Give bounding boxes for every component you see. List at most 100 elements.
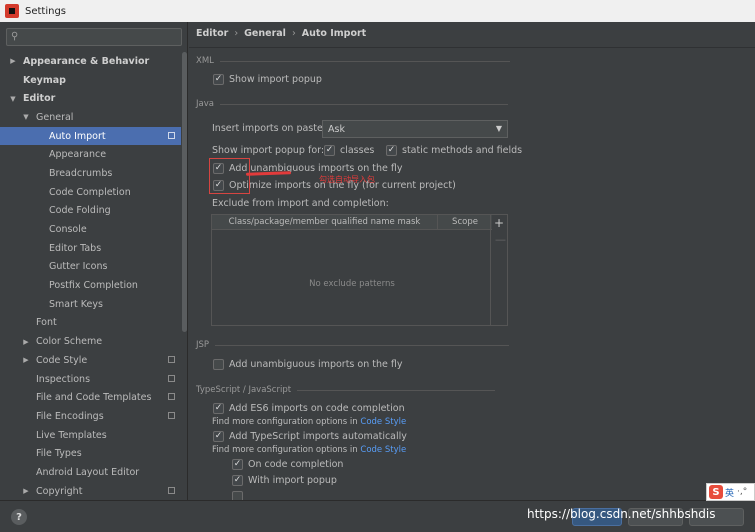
ts-imports-checkbox[interactable]: ✓ xyxy=(213,431,224,442)
with-popup-row[interactable]: ✓ With import popup xyxy=(232,475,337,486)
ts-imports-label: Add TypeScript imports automatically xyxy=(229,431,407,442)
sidebar-item[interactable]: Live Templates xyxy=(0,426,181,445)
section-xml: XML xyxy=(196,56,510,66)
sidebar-item[interactable]: Breadcrumbs xyxy=(0,164,181,183)
insert-imports-row: Insert imports on paste: xyxy=(212,123,326,134)
static-methods-row[interactable]: ✓ static methods and fields xyxy=(386,145,522,156)
sidebar-item[interactable]: Editor Tabs xyxy=(0,239,181,258)
sidebar-item[interactable]: Code Folding xyxy=(0,202,181,221)
sogou-logo-icon: S xyxy=(709,485,723,499)
sidebar-item[interactable]: Postfix Completion xyxy=(0,276,181,295)
sidebar-item[interactable]: Console xyxy=(0,220,181,239)
sidebar-item[interactable]: File Encodings xyxy=(0,407,181,426)
popup-for-label: Show import popup for: xyxy=(212,145,325,156)
watermark-url: https://blog.csdn.net/shhbshdis xyxy=(527,507,716,521)
xml-show-popup-checkbox[interactable]: ✓ xyxy=(213,74,224,85)
ime-extra[interactable]: ·,° xyxy=(737,487,747,497)
chevron-down-icon[interactable]: ▼ xyxy=(8,95,18,103)
sidebar-item[interactable]: Auto Import xyxy=(0,126,181,146)
sidebar-item[interactable]: Android Layout Editor xyxy=(0,463,181,482)
settings-sidebar: ⚲ ▶ Appearance & Behavior Keymap ▼ Editor ▼ Ge… xyxy=(0,22,188,500)
exclude-table-toolbar: + — xyxy=(490,215,507,325)
classes-checkbox[interactable]: ✓ xyxy=(324,145,335,156)
add-icon[interactable]: + xyxy=(494,216,504,230)
sidebar-item-label: Auto Import xyxy=(49,130,106,142)
insert-imports-label: Insert imports on paste: xyxy=(212,123,327,134)
settings-search[interactable]: ⚲ xyxy=(6,28,182,46)
annotation-arrow xyxy=(245,171,292,176)
classes-row[interactable]: ✓ classes xyxy=(324,145,374,156)
code-style-link[interactable]: Code Style xyxy=(360,445,406,455)
ime-toolbar[interactable]: S 英 ·,° xyxy=(706,483,755,501)
sidebar-item-label: Appearance xyxy=(49,149,107,161)
sidebar-item-label: Code Completion xyxy=(49,186,131,198)
sidebar-item[interactable]: Keymap xyxy=(0,71,181,90)
sidebar-item[interactable]: ▼ Editor xyxy=(0,89,181,108)
section-divider xyxy=(215,344,510,346)
classes-label: classes xyxy=(340,145,375,156)
search-input[interactable] xyxy=(23,30,178,44)
sidebar-item[interactable]: Gutter Icons xyxy=(0,258,181,277)
sidebar-item[interactable]: Appearance xyxy=(0,145,181,164)
sidebar-item[interactable]: Inspections xyxy=(0,370,181,389)
remove-icon[interactable]: — xyxy=(495,233,506,246)
insert-imports-value: Ask xyxy=(328,123,345,135)
search-icon: ⚲ xyxy=(11,31,19,42)
annotation-text: 勾选自动导入包 xyxy=(319,175,375,184)
section-divider xyxy=(219,103,508,105)
section-divider xyxy=(297,389,496,391)
exclude-label: Exclude from import and completion: xyxy=(212,198,389,209)
chevron-right-icon[interactable]: ▶ xyxy=(21,487,31,495)
on-completion-row[interactable]: ✓ On code completion xyxy=(232,459,343,470)
sidebar-item[interactable]: ▶ Appearance & Behavior xyxy=(0,52,181,71)
sidebar-item-label: Smart Keys xyxy=(49,298,103,310)
help-icon[interactable]: ? xyxy=(11,509,27,525)
sidebar-item[interactable]: ▼ General xyxy=(0,108,181,127)
breadcrumb-separator: › xyxy=(291,28,296,39)
with-popup-checkbox[interactable]: ✓ xyxy=(232,475,243,486)
sidebar-item[interactable]: Font xyxy=(0,314,181,333)
sidebar-item[interactable]: ▶ Code Style xyxy=(0,351,181,370)
title-bar: Settings xyxy=(0,0,755,22)
sidebar-scrollbar[interactable] xyxy=(182,52,187,332)
sidebar-item-label: Code Style xyxy=(36,354,88,366)
sidebar-item-label: Live Templates xyxy=(36,429,107,441)
sidebar-item-label: Color Scheme xyxy=(36,336,103,348)
chevron-right-icon[interactable]: ▶ xyxy=(21,356,31,364)
section-typescript: TypeScript / JavaScript xyxy=(196,385,496,395)
popup-for-row: Show import popup for: xyxy=(212,145,324,156)
project-scope-icon xyxy=(168,486,175,494)
chevron-down-icon[interactable]: ▼ xyxy=(21,113,31,121)
sidebar-item-label: Gutter Icons xyxy=(49,261,108,273)
sidebar-item[interactable]: Smart Keys xyxy=(0,295,181,314)
sidebar-item-label: Copyright xyxy=(36,485,83,497)
section-typescript-title: TypeScript / JavaScript xyxy=(196,385,292,395)
static-methods-checkbox[interactable]: ✓ xyxy=(386,145,397,156)
sidebar-item-label: Code Folding xyxy=(49,205,111,217)
insert-imports-dropdown[interactable]: Ask ▼ xyxy=(322,120,508,138)
breadcrumb-general[interactable]: General xyxy=(244,28,286,39)
es6-imports-row[interactable]: ✓ Add ES6 imports on code completion xyxy=(213,403,405,414)
code-style-link[interactable]: Code Style xyxy=(360,417,406,427)
xml-show-popup-row[interactable]: ✓ Show import popup xyxy=(213,74,322,85)
jsp-add-unambiguous-row[interactable]: Add unambiguous imports on the fly xyxy=(213,359,402,370)
sidebar-item[interactable]: ▶ Color Scheme xyxy=(0,332,181,351)
chevron-down-icon: ▼ xyxy=(495,124,502,133)
sidebar-item[interactable]: File and Code Templates xyxy=(0,388,181,407)
breadcrumb-editor[interactable]: Editor xyxy=(196,28,228,39)
jsp-add-unambiguous-checkbox[interactable] xyxy=(213,359,224,370)
chevron-right-icon[interactable]: ▶ xyxy=(8,57,18,65)
on-completion-checkbox[interactable]: ✓ xyxy=(232,459,243,470)
window-title: Settings xyxy=(25,5,67,17)
ts-imports-row[interactable]: ✓ Add TypeScript imports automatically xyxy=(213,431,407,442)
sidebar-item[interactable]: ▶ Copyright xyxy=(0,482,181,500)
es6-imports-checkbox[interactable]: ✓ xyxy=(213,403,224,414)
breadcrumb-auto-import: Auto Import xyxy=(301,28,367,39)
project-scope-icon xyxy=(168,374,175,382)
sidebar-item[interactable]: File Types xyxy=(0,444,181,463)
sidebar-item[interactable]: Code Completion xyxy=(0,183,181,202)
column-scope[interactable]: Scope xyxy=(438,215,492,229)
column-mask[interactable]: Class/package/member qualified name mask xyxy=(212,215,438,229)
chevron-right-icon[interactable]: ▶ xyxy=(21,338,31,346)
ime-language[interactable]: 英 xyxy=(725,486,734,499)
